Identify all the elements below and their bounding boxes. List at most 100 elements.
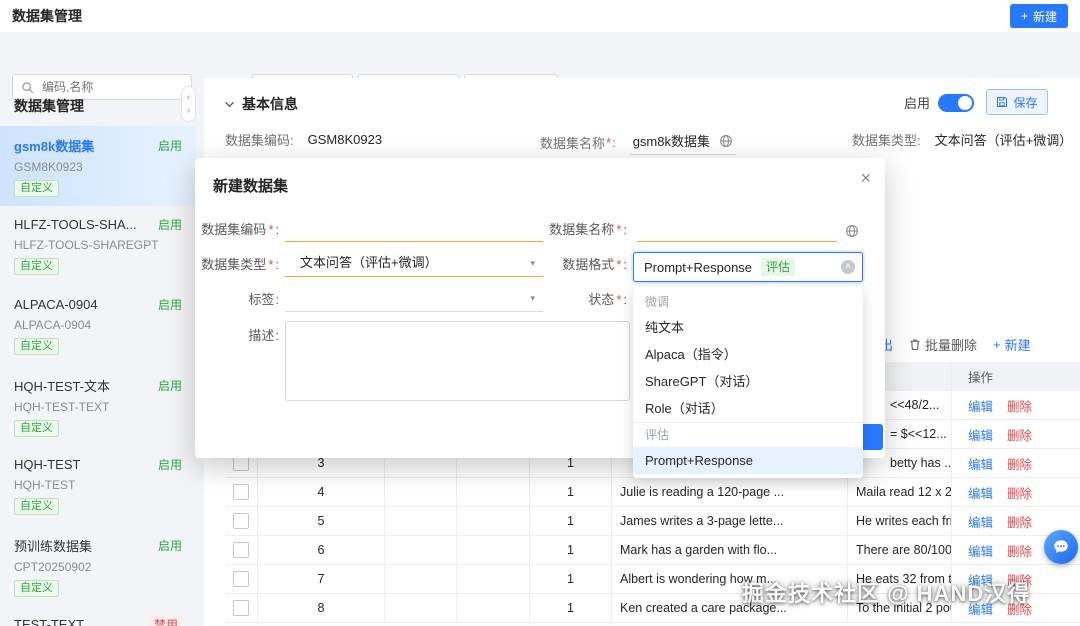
dataset-code: HQH-TEST-TEXT bbox=[14, 400, 110, 414]
dataset-code: ALPACA-0904 bbox=[14, 318, 92, 332]
edit-link[interactable]: 编辑 bbox=[968, 425, 993, 444]
sidebar-item-gsm8k[interactable]: gsm8k数据集 启用 GSM8K0923 自定义 bbox=[0, 126, 196, 206]
dataset-sidebar: 数据集管理 ‹ › gsm8k数据集 启用 GSM8K0923 自定义 HLFZ-… bbox=[0, 78, 196, 626]
row-checkbox[interactable] bbox=[233, 484, 249, 500]
description-textarea[interactable] bbox=[285, 321, 630, 401]
ops-column-header: 操作 bbox=[968, 370, 994, 385]
watermark: 掘金技术社区 @ HAND汉得 bbox=[742, 581, 1031, 606]
code-input[interactable] bbox=[285, 216, 543, 242]
dataset-name-field: 数据集名称 *: gsm8k数据集 bbox=[540, 130, 736, 155]
dataset-code-display: 数据集编码: GSM8K0923 bbox=[225, 132, 383, 148]
type-select[interactable]: 文本问答（评估+微调） ▾ bbox=[285, 251, 543, 277]
name-input[interactable] bbox=[637, 216, 837, 242]
save-icon bbox=[997, 96, 1008, 108]
status-badge: 启用 bbox=[157, 458, 182, 472]
edit-link[interactable]: 编辑 bbox=[968, 541, 993, 560]
format-label: 数据格式 *: bbox=[562, 257, 627, 272]
table-actions: 出 批量删除 + 新建 bbox=[880, 335, 1031, 354]
custom-tag: 自定义 bbox=[14, 338, 59, 355]
description-label: 描述: bbox=[248, 328, 279, 343]
dataset-code: GSM8K0923 bbox=[14, 160, 83, 174]
data-format-dropdown: 微调 纯文本 Alpaca（指令） ShareGPT（对话） Role（对话） … bbox=[633, 286, 863, 478]
new-dataset-button[interactable]: + 新建 bbox=[1009, 4, 1068, 28]
chevron-down-icon: ▾ bbox=[530, 258, 535, 268]
table-new-button[interactable]: + 新建 bbox=[993, 335, 1031, 354]
sidebar-item-pretrain[interactable]: 预训练数据集 启用 CPT20250902 自定义 bbox=[0, 526, 196, 606]
modal-title: 新建数据集 bbox=[213, 178, 289, 195]
chevron-right-icon: › bbox=[186, 105, 191, 116]
page-title: 数据集管理 bbox=[12, 8, 82, 24]
delete-link[interactable]: 删除 bbox=[1007, 425, 1032, 444]
dropdown-option-sharegpt[interactable]: ShareGPT（对话） bbox=[633, 368, 863, 395]
trash-icon bbox=[910, 339, 920, 350]
sidebar-title: 数据集管理 bbox=[14, 98, 84, 114]
dataset-name: TEST-TEXT bbox=[14, 617, 85, 626]
dataset-list: gsm8k数据集 启用 GSM8K0923 自定义 HLFZ-TOOLS-SHA.… bbox=[0, 126, 196, 626]
dataset-name-input[interactable]: gsm8k数据集 bbox=[629, 130, 736, 155]
enable-control: 启用 bbox=[904, 93, 975, 112]
status-badge: 启用 bbox=[157, 539, 182, 553]
enable-toggle[interactable] bbox=[938, 93, 975, 112]
delete-link[interactable]: 删除 bbox=[1007, 541, 1032, 560]
status-badge: 启用 bbox=[157, 298, 182, 312]
sidebar-item-hqh-text[interactable]: HQH-TEST-文本 启用 HQH-TEST-TEXT 自定义 bbox=[0, 366, 196, 446]
edit-link[interactable]: 编辑 bbox=[968, 483, 993, 502]
dropdown-option-plain-text[interactable]: 纯文本 bbox=[633, 314, 863, 341]
dataset-name: HQH-TEST bbox=[14, 457, 81, 472]
custom-tag: 自定义 bbox=[14, 580, 59, 597]
status-badge: 启用 bbox=[157, 139, 182, 153]
dataset-type-display: 数据集类型: 文本问答（评估+微调） bbox=[852, 133, 1073, 148]
chevron-down-icon bbox=[225, 101, 234, 107]
delete-link[interactable]: 删除 bbox=[1007, 396, 1032, 415]
sidebar-item-hlfz[interactable]: HLFZ-TOOLS-SHA... 启用 HLFZ-TOOLS-SHAREGPT … bbox=[0, 206, 196, 286]
dropdown-option-role[interactable]: Role（对话） bbox=[633, 395, 863, 422]
table-row: 4 1 Julie is reading a 120-page ... Mail… bbox=[225, 478, 1080, 507]
close-icon[interactable]: × bbox=[860, 168, 871, 189]
globe-icon[interactable] bbox=[845, 224, 859, 238]
dataset-code: CPT20250902 bbox=[14, 560, 92, 574]
sidebar-item-hqh-test[interactable]: HQH-TEST 启用 HQH-TEST 自定义 bbox=[0, 446, 196, 526]
delete-link[interactable]: 删除 bbox=[1007, 454, 1032, 473]
row-checkbox[interactable] bbox=[233, 542, 249, 558]
eval-tag: 评估 bbox=[761, 258, 796, 276]
globe-icon[interactable] bbox=[719, 134, 733, 148]
sidebar-collapse-control[interactable]: ‹ › bbox=[181, 86, 196, 122]
clear-icon[interactable]: × bbox=[841, 260, 855, 274]
dataset-name: HLFZ-TOOLS-SHA... bbox=[14, 217, 137, 232]
edit-link[interactable]: 编辑 bbox=[968, 512, 993, 531]
save-button[interactable]: 保存 bbox=[986, 89, 1048, 115]
dataset-name: 预训练数据集 bbox=[14, 539, 93, 554]
dropdown-option-alpaca[interactable]: Alpaca（指令） bbox=[633, 341, 863, 368]
code-label: 数据集编码 *: bbox=[201, 222, 279, 237]
tags-label: 标签: bbox=[248, 292, 279, 307]
edit-link[interactable]: 编辑 bbox=[968, 454, 993, 473]
chat-widget-button[interactable] bbox=[1044, 530, 1078, 564]
basic-info-section-header[interactable]: 基本信息 bbox=[224, 94, 298, 114]
filter-toolbar: ▲ 数据集编码 数据集名称 数据集类型 ▾ +添加筛选 bbox=[0, 32, 1080, 100]
custom-tag: 自定义 bbox=[14, 420, 59, 437]
row-checkbox[interactable] bbox=[233, 600, 249, 616]
dropdown-option-prompt-response[interactable]: Prompt+Response bbox=[633, 447, 863, 474]
tags-select[interactable]: ▾ bbox=[285, 286, 543, 312]
dataset-code: HQH-TEST bbox=[14, 478, 76, 492]
sidebar-item-alpaca[interactable]: ALPACA-0904 启用 ALPACA-0904 自定义 bbox=[0, 286, 196, 366]
chevron-left-icon: ‹ bbox=[186, 92, 191, 103]
data-format-select[interactable]: Prompt+Response 评估 × bbox=[633, 252, 863, 282]
delete-link[interactable]: 删除 bbox=[1007, 483, 1032, 502]
edit-link[interactable]: 编辑 bbox=[968, 396, 993, 415]
custom-tag: 自定义 bbox=[14, 180, 59, 197]
custom-tag: 自定义 bbox=[14, 258, 59, 275]
plus-icon: + bbox=[1020, 9, 1028, 23]
custom-tag: 自定义 bbox=[14, 498, 59, 515]
toggle-knob bbox=[958, 95, 973, 110]
status-badge: 禁用 bbox=[149, 616, 182, 626]
sidebar-item-test-text[interactable]: TEST-TEXT 禁用 bbox=[0, 606, 196, 626]
row-checkbox[interactable] bbox=[233, 513, 249, 529]
plus-icon: + bbox=[993, 337, 1001, 352]
chat-bubble-icon bbox=[1054, 540, 1068, 553]
table-row: 6 1 Mark has a garden with flo... There … bbox=[225, 536, 1080, 565]
delete-link[interactable]: 删除 bbox=[1007, 512, 1032, 531]
batch-delete-button[interactable]: 批量删除 bbox=[909, 335, 977, 354]
dropdown-group-finetune: 微调 bbox=[645, 295, 670, 309]
row-checkbox[interactable] bbox=[233, 571, 249, 587]
